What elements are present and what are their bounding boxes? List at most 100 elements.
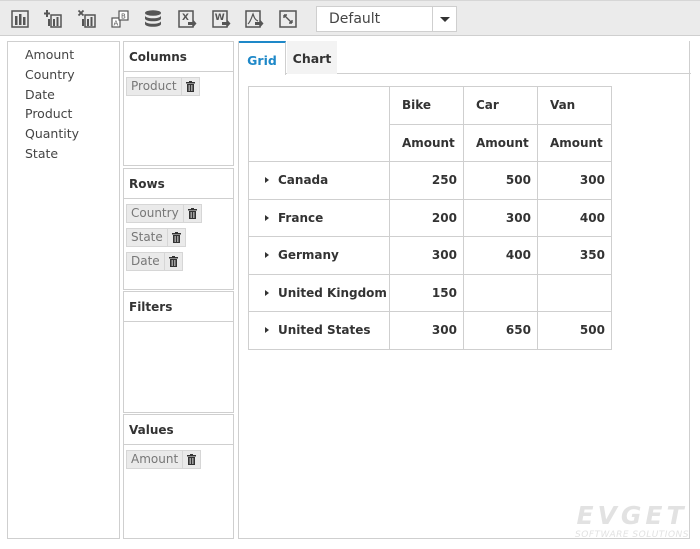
report-select-value: Default	[329, 11, 381, 27]
column-header[interactable]: Van	[536, 86, 612, 125]
value-cell	[462, 273, 538, 312]
value-cell: 250	[388, 161, 464, 200]
column-header[interactable]: Car	[462, 86, 538, 125]
value-cell: 500	[536, 311, 612, 350]
row-label: Canada	[278, 173, 329, 188]
trash-icon	[171, 232, 181, 243]
rows-zone-title: Rows	[124, 169, 233, 199]
svg-text:A: A	[114, 20, 119, 28]
row-header-expand[interactable]: Canada	[248, 161, 390, 200]
remove-chip-button[interactable]	[163, 253, 182, 270]
field-list-item[interactable]: Amount	[8, 45, 119, 65]
remove-chip-button[interactable]	[166, 229, 185, 246]
column-header[interactable]: Bike	[388, 86, 464, 125]
table-row: United Kingdom 150	[248, 273, 612, 312]
field-list: Amount Country Date Product Quantity Sta…	[7, 41, 120, 539]
measure-header: Amount	[536, 123, 612, 162]
filters-zone-title: Filters	[124, 292, 233, 322]
watermark-subtitle: SOFTWARE SOLUTIONS	[575, 530, 689, 540]
data-source-button[interactable]	[142, 8, 164, 30]
filters-zone[interactable]: Filters	[123, 291, 234, 413]
value-cell: 300	[388, 311, 464, 350]
report-select-toggle[interactable]	[432, 7, 456, 31]
remove-chip-button[interactable]	[180, 78, 199, 95]
expand-icon	[265, 289, 269, 296]
column-chip-product[interactable]: Product	[126, 77, 200, 96]
value-cell: 500	[462, 161, 538, 200]
value-chip-amount[interactable]: Amount	[126, 450, 202, 469]
trash-icon	[168, 256, 178, 267]
trash-icon	[187, 208, 197, 219]
expand-icon	[265, 252, 269, 259]
fullscreen-button[interactable]	[277, 8, 299, 30]
row-chip-state[interactable]: State	[126, 228, 186, 247]
field-list-item[interactable]: State	[8, 144, 119, 164]
row-label: France	[278, 210, 324, 225]
field-list-item[interactable]: Country	[8, 65, 119, 85]
table-row: United States 300 650 500	[248, 311, 612, 350]
chevron-down-icon	[439, 16, 450, 22]
value-cell	[536, 273, 612, 312]
field-list-item[interactable]: Product	[8, 104, 119, 124]
value-cell: 300	[462, 198, 538, 237]
field-list-item[interactable]: Quantity	[8, 124, 119, 144]
value-cell: 400	[536, 198, 612, 237]
chip-label: Country	[131, 206, 179, 220]
swap-axes-button[interactable]: BA	[109, 8, 131, 30]
field-list-item[interactable]: Date	[8, 85, 119, 105]
value-cell: 300	[536, 161, 612, 200]
export-excel-button[interactable]: X	[176, 8, 198, 30]
svg-text:W: W	[215, 13, 225, 23]
svg-text:X: X	[182, 13, 189, 23]
values-zone[interactable]: Values Amount	[123, 414, 234, 539]
export-pdf-icon	[245, 10, 264, 28]
report-select[interactable]: Default	[316, 6, 457, 32]
table-row: Canada 250 500 300	[248, 161, 612, 200]
remove-column-button[interactable]	[76, 8, 98, 30]
value-cell: 350	[536, 236, 612, 275]
toolbar: BA X W Default	[0, 0, 700, 36]
tab-chart[interactable]: Chart	[287, 41, 337, 74]
watermark-title: EVGET	[576, 501, 688, 530]
measure-header: Amount	[388, 123, 464, 162]
pivot-chart-button[interactable]	[9, 8, 31, 30]
row-label: Germany	[278, 248, 339, 263]
chip-label: Product	[131, 79, 177, 93]
remove-chip-button[interactable]	[182, 205, 201, 222]
rows-zone[interactable]: Rows Country State Date	[123, 168, 234, 290]
expand-icon	[265, 214, 269, 221]
value-cell: 650	[462, 311, 538, 350]
row-chip-date[interactable]: Date	[126, 252, 183, 271]
value-cell: 300	[388, 236, 464, 275]
export-pdf-button[interactable]	[243, 8, 265, 30]
remove-chip-button[interactable]	[182, 451, 200, 468]
value-cell: 200	[388, 198, 464, 237]
pivot-view: Grid Chart Bike Car Van Amount Amount Am…	[238, 41, 691, 539]
watermark: EVGET SOFTWARE SOLUTIONS	[572, 503, 692, 541]
row-header-expand[interactable]: France	[248, 198, 390, 237]
add-column-button[interactable]	[42, 8, 64, 30]
chip-label: Amount	[131, 452, 179, 466]
row-header-expand[interactable]: United Kingdom	[248, 273, 390, 312]
columns-zone-title: Columns	[124, 42, 233, 72]
value-cell: 400	[462, 236, 538, 275]
export-word-button[interactable]: W	[210, 8, 232, 30]
table-row: Germany 300 400 350	[248, 236, 612, 275]
fullscreen-icon	[279, 10, 297, 28]
value-cell: 150	[388, 273, 464, 312]
pivot-zones: Columns Product Rows Country State Date	[123, 41, 234, 539]
values-zone-title: Values	[124, 415, 233, 445]
svg-text:B: B	[121, 13, 126, 21]
row-chip-country[interactable]: Country	[126, 204, 202, 223]
row-label: United States	[278, 323, 371, 338]
export-excel-icon: X	[178, 10, 197, 28]
measure-header: Amount	[462, 123, 538, 162]
pivot-chart-icon	[11, 10, 29, 28]
row-header-expand[interactable]: Germany	[248, 236, 390, 275]
row-label: United Kingdom	[278, 285, 387, 300]
trash-icon	[187, 454, 197, 465]
pivot-grid: Bike Car Van Amount Amount Amount Canada…	[248, 86, 612, 350]
tab-grid[interactable]: Grid	[239, 41, 286, 75]
columns-zone[interactable]: Columns Product	[123, 41, 234, 166]
row-header-expand[interactable]: United States	[248, 311, 390, 350]
